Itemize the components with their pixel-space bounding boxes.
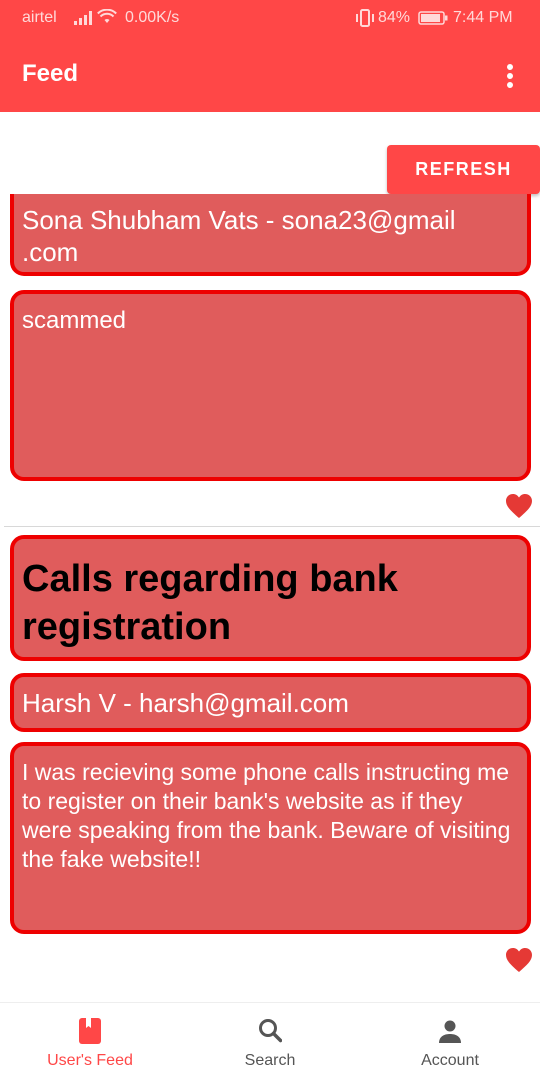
nav-search[interactable]: Search (180, 1003, 360, 1081)
post-author-text: Sona Shubham Vats - sona23@gmail .com (22, 205, 456, 267)
heart-icon[interactable] (505, 493, 533, 519)
post-author: Sona Shubham Vats - sona23@gmail .com (10, 194, 531, 276)
signal-icon (74, 11, 92, 25)
battery-percent: 84% (378, 9, 411, 26)
post-author-text: Harsh V - harsh@gmail.com (22, 688, 349, 718)
wifi-icon (97, 9, 117, 23)
heart-icon[interactable] (505, 947, 533, 973)
post-body-text: I was recieving some phone calls instruc… (22, 759, 511, 872)
page-title: Feed (22, 60, 79, 87)
network-speed: 0.00K/s (125, 9, 180, 26)
post-body: I was recieving some phone calls instruc… (10, 742, 531, 934)
nav-label: Search (244, 1052, 296, 1069)
post-divider (4, 526, 540, 527)
app-bar: airtel 0.00K/s 84% 7:44 PM Feed (0, 0, 540, 112)
post-body-text: scammed (22, 307, 127, 334)
carrier-name: airtel (22, 9, 57, 26)
feed-list[interactable]: REFRESH Sona Shubham Vats - sona23@gmail… (0, 112, 540, 1002)
book-icon (79, 1018, 101, 1044)
nav-account[interactable]: Account (360, 1003, 540, 1081)
nav-users-feed[interactable]: User's Feed (0, 1003, 180, 1081)
vibrate-icon (356, 9, 374, 27)
bottom-navigation: User's Feed Search Account (0, 1002, 540, 1081)
overflow-menu-icon[interactable] (500, 60, 520, 92)
post-body: scammed (10, 290, 531, 481)
clock: 7:44 PM (453, 9, 513, 26)
post-title-text: Calls regarding bank registration (22, 558, 398, 648)
refresh-button[interactable]: REFRESH (387, 145, 540, 194)
post-author: Harsh V - harsh@gmail.com (10, 673, 531, 732)
nav-label: Account (421, 1052, 479, 1069)
post-title: Calls regarding bank registration (10, 535, 531, 661)
search-icon (259, 1019, 282, 1043)
battery-icon (418, 11, 448, 25)
status-bar: airtel 0.00K/s 84% 7:44 PM (0, 0, 540, 38)
nav-label: User's Feed (47, 1052, 133, 1069)
person-icon (439, 1020, 461, 1043)
